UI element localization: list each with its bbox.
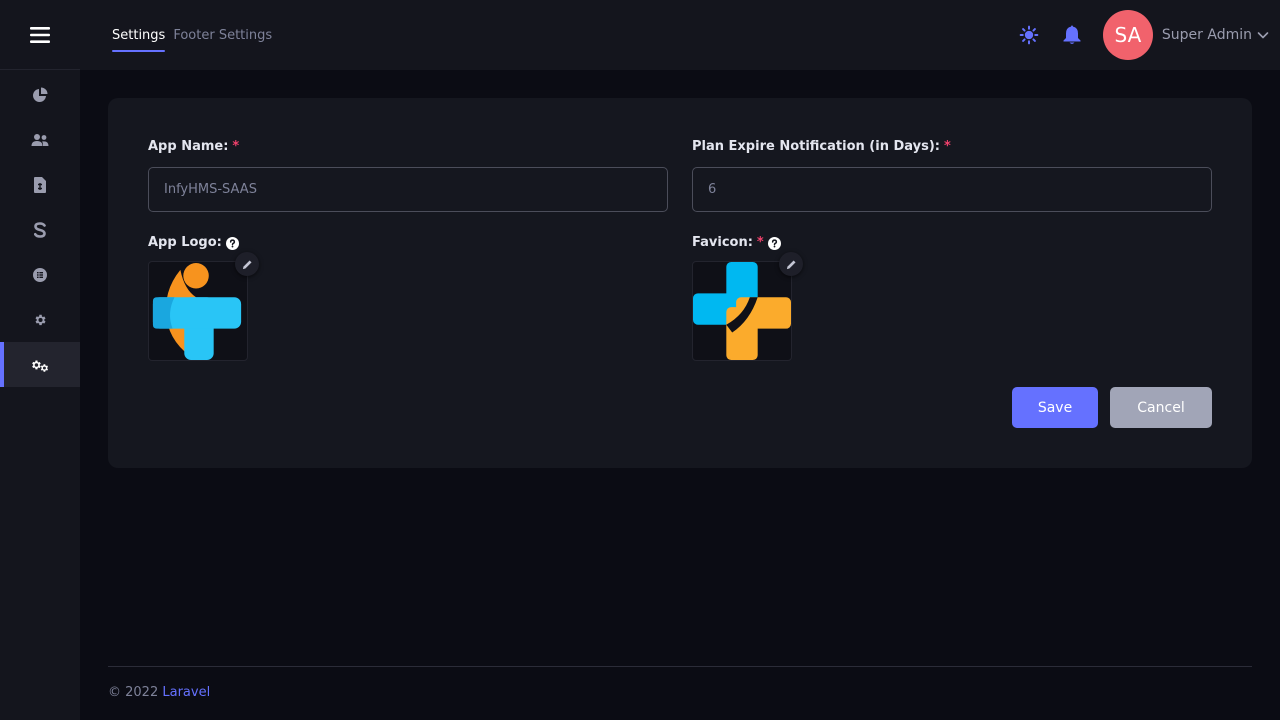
- dollar-icon: [34, 221, 46, 238]
- file-invoice-icon: [34, 176, 46, 193]
- help-icon[interactable]: [225, 237, 239, 250]
- required-marker: *: [756, 234, 764, 250]
- settings-card: App Name: * Plan Expire Notification (in…: [108, 98, 1252, 468]
- sidebar-item-super-settings[interactable]: [0, 342, 80, 387]
- pencil-icon: [786, 259, 796, 269]
- app-logo-image: [152, 262, 242, 360]
- save-button[interactable]: Save: [1012, 387, 1098, 428]
- footer-divider: [108, 666, 1252, 667]
- sidebar-item-plans[interactable]: [0, 252, 80, 297]
- notifications-button[interactable]: [1060, 23, 1084, 47]
- chevron-down-icon[interactable]: [1256, 28, 1270, 42]
- gear-icon: [35, 314, 46, 325]
- pencil-icon: [242, 259, 252, 269]
- sun-icon: [1019, 25, 1039, 45]
- favicon-edit-button[interactable]: [779, 252, 803, 276]
- favicon-image: [693, 262, 791, 360]
- app-name-label-text: App Name:: [148, 139, 229, 154]
- avatar[interactable]: SA: [1102, 10, 1153, 60]
- tab-footer-settings[interactable]: Footer Settings: [173, 0, 272, 70]
- top-header: Settings Footer Settings SA Super Admin: [80, 0, 1280, 70]
- app-logo-label-text: App Logo:: [148, 234, 222, 250]
- favicon-preview: [692, 252, 803, 361]
- gears-icon: [32, 360, 49, 372]
- sidebar-item-settings[interactable]: [0, 297, 80, 342]
- app-name-input[interactable]: [148, 167, 668, 212]
- sidebar-item-transactions[interactable]: [0, 207, 80, 252]
- user-menu-name[interactable]: Super Admin: [1162, 27, 1252, 43]
- settings-tabs: Settings Footer Settings: [112, 0, 280, 70]
- favicon-label: Favicon: *: [692, 234, 781, 250]
- favicon-label-text: Favicon:: [692, 234, 753, 250]
- footer-link-laravel[interactable]: Laravel: [162, 685, 210, 700]
- sidebar-item-dashboard[interactable]: [0, 72, 80, 117]
- plan-expire-label: Plan Expire Notification (in Days): *: [692, 139, 951, 154]
- sidebar-item-subscriptions[interactable]: [0, 162, 80, 207]
- footer-copyright: © 2022: [108, 685, 159, 700]
- pie-chart-icon: [33, 87, 48, 102]
- app-logo-edit-button[interactable]: [235, 252, 259, 276]
- app-logo-preview: [148, 252, 259, 361]
- tab-settings[interactable]: Settings: [112, 0, 166, 70]
- theme-toggle-button[interactable]: [1017, 23, 1041, 47]
- header-actions: SA Super Admin: [1017, 0, 1280, 70]
- plan-expire-label-text: Plan Expire Notification (in Days):: [692, 139, 940, 154]
- cancel-button[interactable]: Cancel: [1110, 387, 1212, 428]
- app-logo-label: App Logo:: [148, 234, 239, 250]
- bell-icon: [1063, 25, 1081, 44]
- users-icon: [31, 133, 49, 146]
- circle-list-icon: [33, 267, 47, 282]
- help-icon[interactable]: [767, 237, 781, 250]
- sidebar: [0, 0, 80, 720]
- app-name-label: App Name: *: [148, 139, 239, 154]
- required-marker: *: [232, 139, 240, 154]
- plan-expire-input[interactable]: [692, 167, 1212, 212]
- menu-toggle-button[interactable]: [0, 0, 80, 70]
- required-marker: *: [944, 139, 951, 154]
- sidebar-item-users[interactable]: [0, 117, 80, 162]
- hamburger-icon: [30, 26, 50, 43]
- footer: © 2022 Laravel: [108, 685, 210, 700]
